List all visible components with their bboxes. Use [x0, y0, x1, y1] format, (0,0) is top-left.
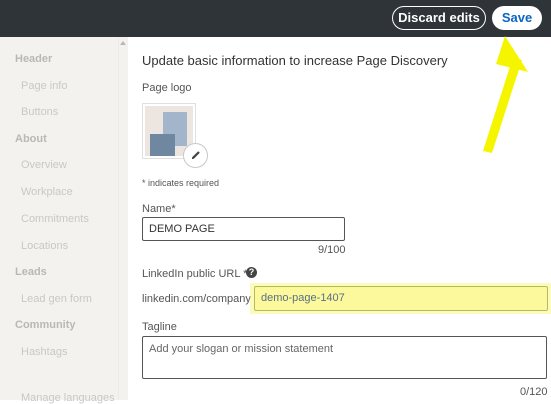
annotation-arrow-icon — [483, 36, 528, 153]
